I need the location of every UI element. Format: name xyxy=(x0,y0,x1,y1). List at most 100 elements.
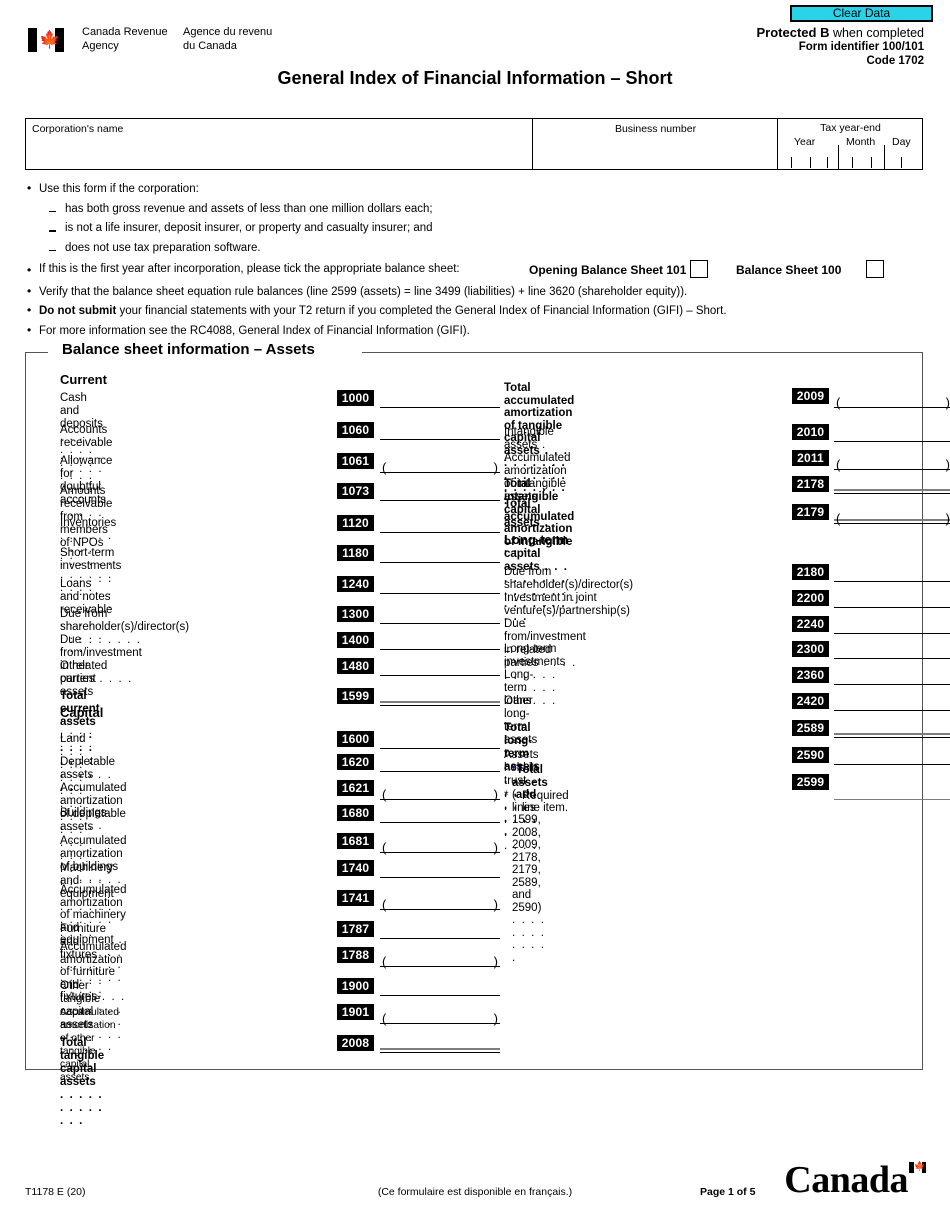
gifi-code-1901: 1901 xyxy=(337,1004,374,1020)
paren-close: ) xyxy=(945,395,950,410)
amount-input-2008[interactable] xyxy=(380,1036,500,1053)
gifi-code-2011: 2011 xyxy=(792,450,829,466)
balance-sheet-checkbox[interactable] xyxy=(866,260,884,278)
tax-year-end-label: Tax year-end xyxy=(820,122,881,134)
paren-open: ( xyxy=(382,897,387,912)
amount-input-1741[interactable]: () xyxy=(380,893,500,912)
amount-input-1621[interactable]: () xyxy=(380,783,500,802)
amount-input-2590[interactable] xyxy=(834,748,950,765)
gifi-code-2589: 2589 xyxy=(792,720,829,736)
canada-wordmark: Canada 🍁 xyxy=(784,1160,926,1200)
gifi-line-label: Total tangible capital assets . . . . . … xyxy=(60,1037,105,1127)
amount-input-2360[interactable] xyxy=(834,668,950,685)
amount-input-1740[interactable] xyxy=(380,861,500,878)
amount-input-2599[interactable] xyxy=(834,783,950,800)
gifi-code-2178: 2178 xyxy=(792,476,829,492)
amount-input-1620[interactable] xyxy=(380,755,500,772)
gifi-code-2360: 2360 xyxy=(792,667,829,683)
instruction-bullet-1: Use this form if the corporation: xyxy=(25,181,925,197)
amount-input-1599[interactable] xyxy=(380,689,500,706)
cra-logo: 🍁 Canada Revenue Agency Agence du revenu… xyxy=(28,26,328,60)
agency-name-fr-line1: Agence du revenu xyxy=(183,26,273,38)
amount-input-2009[interactable]: () xyxy=(834,391,950,410)
gifi-code-1300: 1300 xyxy=(337,606,374,622)
gifi-code-1788: 1788 xyxy=(337,947,374,963)
amount-input-2200[interactable] xyxy=(834,591,950,608)
gifi-code-1741: 1741 xyxy=(337,890,374,906)
amount-input-2179[interactable]: () xyxy=(834,507,950,526)
amount-input-2180[interactable] xyxy=(834,565,950,582)
amount-input-2240[interactable] xyxy=(834,617,950,634)
protected-b-suffix: when completed xyxy=(829,26,924,40)
clear-data-button[interactable]: Clear Data xyxy=(790,5,933,22)
amount-input-1180[interactable] xyxy=(380,546,500,563)
gifi-code-1120: 1120 xyxy=(337,515,374,531)
amount-input-1787[interactable] xyxy=(380,922,500,939)
amount-input-2010[interactable] xyxy=(834,425,950,442)
corporation-name-field[interactable]: Corporation's name xyxy=(26,119,532,169)
gifi-code-1480: 1480 xyxy=(337,658,374,674)
footer-page-number: Page 1 of 5 xyxy=(700,1186,756,1198)
amount-input-1681[interactable]: () xyxy=(380,836,500,855)
gifi-code-2009: 2009 xyxy=(792,388,829,404)
agency-name-fr: Agence du revenu du Canada xyxy=(183,26,272,53)
paren-close: ) xyxy=(493,840,498,855)
canada-flag-icon: 🍁 xyxy=(28,28,64,52)
amount-input-1901[interactable]: () xyxy=(380,1007,500,1026)
amount-input-2589[interactable] xyxy=(834,721,950,738)
paren-open: ( xyxy=(836,457,841,472)
paren-open: ( xyxy=(382,460,387,475)
footnote-text: Required line item. xyxy=(522,790,569,814)
gifi-code-1073: 1073 xyxy=(337,483,374,499)
day-label: Day xyxy=(892,136,911,148)
gifi-code-1060: 1060 xyxy=(337,422,374,438)
leader-dots: . . . . . . . . . . . . . xyxy=(60,1089,104,1127)
canada-wordmark-text: Canada xyxy=(784,1159,908,1201)
amount-input-1060[interactable] xyxy=(380,423,500,440)
agency-name-en: Canada Revenue Agency xyxy=(82,26,168,53)
gifi-code-1900: 1900 xyxy=(337,978,374,994)
gifi-code-2300: 2300 xyxy=(792,641,829,657)
amount-input-1061[interactable]: () xyxy=(380,456,500,475)
total-assets-label-l2: 2178, 2179, 2589, and 2590) . . . . . . … xyxy=(512,851,546,964)
amount-input-1300[interactable] xyxy=(380,607,500,624)
business-number-field[interactable]: Business number xyxy=(532,119,777,169)
paren-close: ) xyxy=(945,457,950,472)
identification-table: Corporation's name Business number Tax y… xyxy=(25,118,923,170)
tax-year-end-field[interactable]: Tax year-end Year Month Day xyxy=(777,119,922,169)
amount-input-1600[interactable] xyxy=(380,732,500,749)
business-number-label: Business number xyxy=(614,123,697,135)
amount-input-1240[interactable] xyxy=(380,577,500,594)
amount-input-1120[interactable] xyxy=(380,516,500,533)
instruction-sub-3: does not use tax preparation software. xyxy=(25,241,925,256)
month-tick-2 xyxy=(871,157,872,168)
corporation-name-label: Corporation's name xyxy=(32,123,124,135)
gifi-code-1680: 1680 xyxy=(337,805,374,821)
amount-input-1073[interactable] xyxy=(380,484,500,501)
amount-input-2300[interactable] xyxy=(834,642,950,659)
agency-name-en-line2: Agency xyxy=(82,39,119,52)
amount-input-1788[interactable]: () xyxy=(380,950,500,969)
do-not-submit-rest: your financial statements with your T2 r… xyxy=(116,305,727,317)
amount-input-1000[interactable] xyxy=(380,391,500,408)
amount-input-2178[interactable] xyxy=(834,477,950,494)
opening-balance-sheet-checkbox[interactable] xyxy=(690,260,708,278)
instruction-sub-1: has both gross revenue and assets of les… xyxy=(25,202,925,217)
amount-input-1900[interactable] xyxy=(380,979,500,996)
form-identifier: Form identifier 100/101 xyxy=(798,41,924,53)
do-not-submit-label: Do not submit xyxy=(39,305,117,317)
amount-input-2420[interactable] xyxy=(834,694,950,711)
amount-input-1680[interactable] xyxy=(380,806,500,823)
protected-b-label: Protected B xyxy=(756,25,830,40)
amount-input-2011[interactable]: () xyxy=(834,453,950,472)
gifi-code-2200: 2200 xyxy=(792,590,829,606)
amount-input-1400[interactable] xyxy=(380,633,500,650)
instruction-sub-2: is not a life insurer, deposit insurer, … xyxy=(25,221,925,236)
gifi-code-1061: 1061 xyxy=(337,453,374,469)
gifi-code-1000: 1000 xyxy=(337,390,374,406)
year-tick-2 xyxy=(810,157,811,168)
gifi-code-1600: 1600 xyxy=(337,731,374,747)
gifi-line-label-l1: Total accumulated amortization of tangib… xyxy=(504,382,575,432)
amount-input-1480[interactable] xyxy=(380,659,500,676)
paren-open: ( xyxy=(382,954,387,969)
